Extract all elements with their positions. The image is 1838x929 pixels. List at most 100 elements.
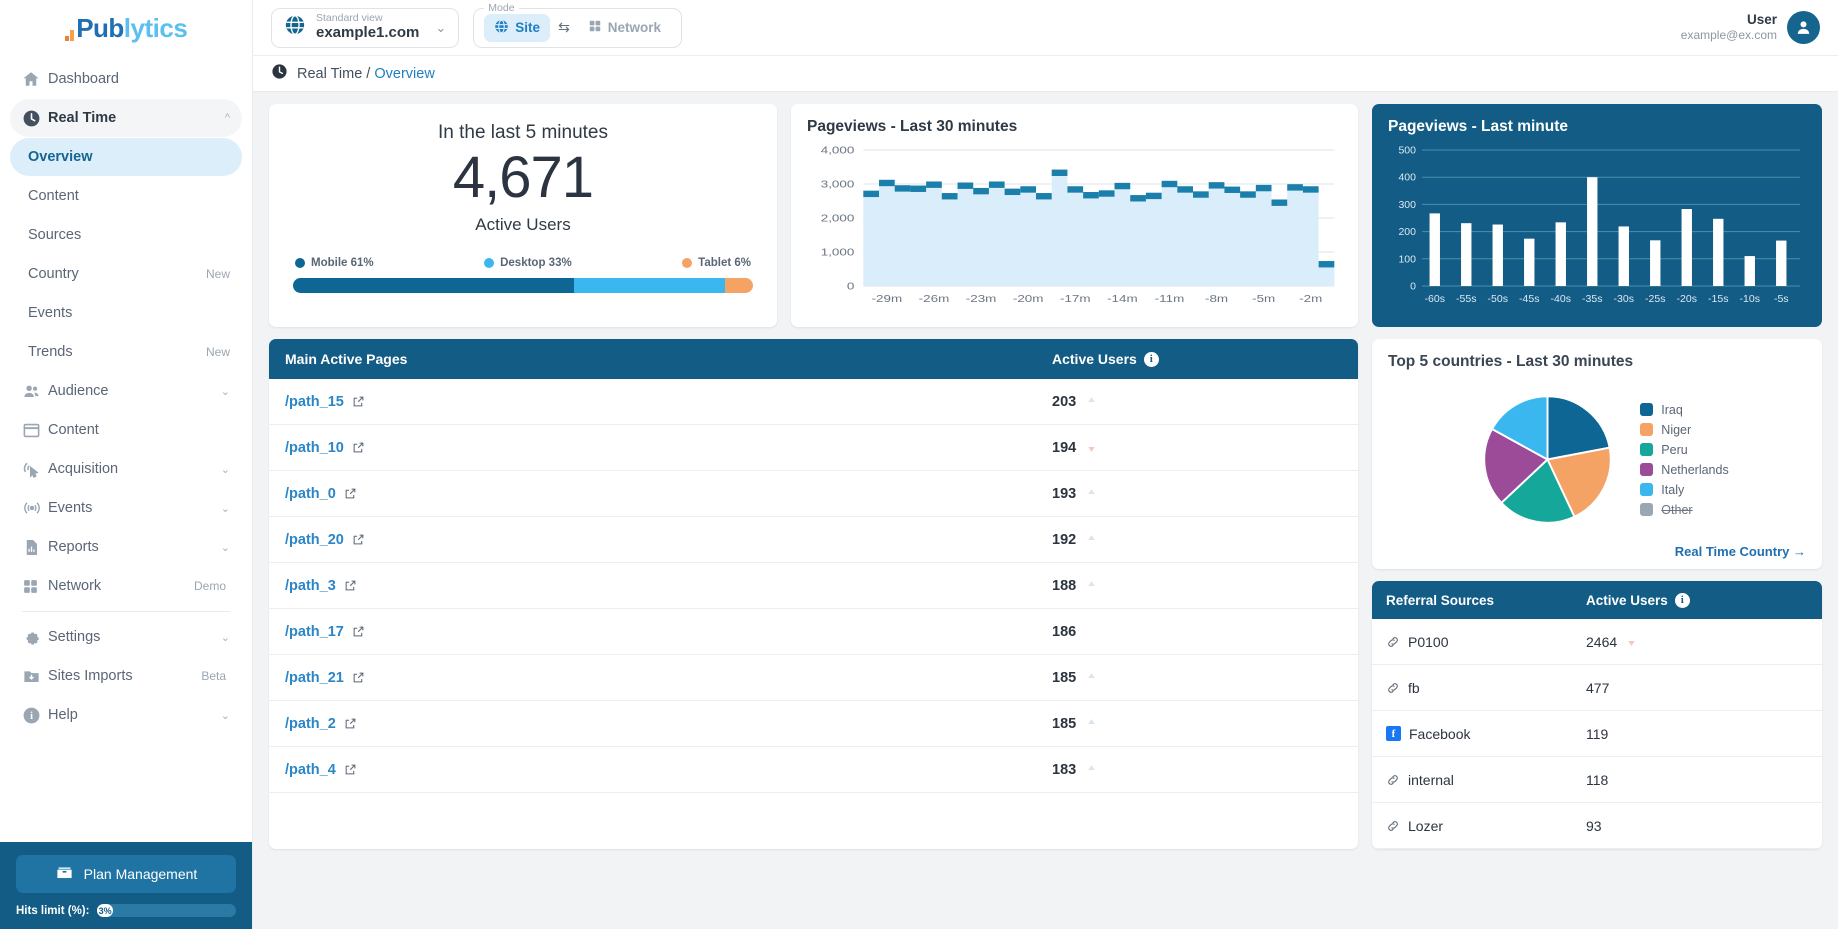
table-row[interactable]: /path_2 185 bbox=[269, 701, 1358, 747]
info-icon[interactable]: i bbox=[1143, 351, 1159, 367]
site-selector[interactable]: Standard view example1.com ⌄ bbox=[271, 7, 460, 48]
active-users-value: 186 bbox=[1052, 623, 1077, 640]
active-users-value: 93 bbox=[1586, 817, 1602, 834]
pie-legend-item[interactable]: Netherlands bbox=[1640, 463, 1729, 477]
sidebar-item-network[interactable]: Network Demo bbox=[10, 567, 242, 605]
external-link-icon[interactable] bbox=[352, 441, 365, 454]
pie-legend-item[interactable]: Italy bbox=[1640, 483, 1728, 497]
hits-limit-fill: 3% bbox=[97, 904, 113, 917]
page-path-link[interactable]: /path_10 bbox=[285, 440, 344, 456]
clock-icon bbox=[22, 109, 48, 128]
table-row[interactable]: fb 477 bbox=[1372, 665, 1822, 711]
page-path-link[interactable]: /path_15 bbox=[285, 394, 344, 410]
sidebar-item-label: Real Time bbox=[48, 110, 117, 126]
grid-icon bbox=[588, 19, 602, 36]
table-row[interactable]: internal 118 bbox=[1372, 757, 1822, 803]
external-link-icon[interactable] bbox=[352, 533, 365, 546]
plan-management-label: Plan Management bbox=[83, 866, 198, 882]
referral-source-name: Lozer bbox=[1408, 817, 1444, 834]
chevron-down-icon[interactable]: ⌄ bbox=[435, 20, 446, 36]
table-row[interactable]: /path_4 183 bbox=[269, 747, 1358, 793]
svg-text:-23m: -23m bbox=[966, 292, 997, 304]
sidebar-item-help[interactable]: i Help ⌄ bbox=[10, 696, 242, 734]
sidebar-item-events[interactable]: Events ⌄ bbox=[10, 489, 242, 527]
app-root: Pub lytics Dashboard Real Time ^ Overview bbox=[0, 0, 1838, 929]
hits-limit-track[interactable]: 3% bbox=[97, 904, 236, 917]
page-path-link[interactable]: /path_0 bbox=[285, 486, 336, 502]
table-row[interactable]: /path_10 194 bbox=[269, 425, 1358, 471]
table-row[interactable]: /path_0 193 bbox=[269, 471, 1358, 517]
pie-legend-item[interactable]: Peru bbox=[1640, 443, 1728, 457]
page-path-link[interactable]: /path_2 bbox=[285, 716, 336, 732]
logo[interactable]: Pub lytics bbox=[0, 0, 252, 56]
sidebar-item-content[interactable]: Content bbox=[10, 411, 242, 449]
sidebar-item-label: Country bbox=[28, 266, 79, 282]
home-icon bbox=[22, 70, 48, 88]
page-path-link[interactable]: /path_20 bbox=[285, 532, 344, 548]
table-row[interactable]: /path_17 186 bbox=[269, 609, 1358, 655]
page-path-link[interactable]: /path_21 bbox=[285, 670, 344, 686]
sidebar-item-country[interactable]: Country New bbox=[10, 255, 242, 293]
sidebar-item-events-rt[interactable]: Events bbox=[10, 294, 242, 332]
user-area[interactable]: User example@ex.com bbox=[1681, 11, 1820, 44]
table-row[interactable]: P0100 2464 bbox=[1372, 619, 1822, 665]
sidebar-item-sources[interactable]: Sources bbox=[10, 216, 242, 254]
sidebar-item-dashboard[interactable]: Dashboard bbox=[10, 60, 242, 98]
device-label-tablet: Tablet 6% bbox=[698, 256, 751, 269]
sidebar-item-label: Audience bbox=[48, 383, 109, 399]
breadcrumb-current[interactable]: Overview bbox=[374, 66, 434, 82]
sidebar-item-sites-imports[interactable]: Sites Imports Beta bbox=[10, 657, 242, 695]
external-link-icon[interactable] bbox=[344, 579, 357, 592]
sidebar-item-audience[interactable]: Audience ⌄ bbox=[10, 372, 242, 410]
device-legend-item[interactable]: Tablet 6% bbox=[682, 257, 751, 269]
page-path-link[interactable]: /path_3 bbox=[285, 578, 336, 594]
svg-text:-20m: -20m bbox=[1013, 292, 1044, 304]
sidebar-item-settings[interactable]: Settings ⌄ bbox=[10, 618, 242, 656]
external-link-icon[interactable] bbox=[352, 625, 365, 638]
sidebar-item-reports[interactable]: Reports ⌄ bbox=[10, 528, 242, 566]
pie-legend-item[interactable]: Niger bbox=[1640, 423, 1728, 437]
referral-source-name: Facebook bbox=[1409, 725, 1471, 742]
external-link-icon[interactable] bbox=[352, 671, 365, 684]
table-row[interactable]: /path_15 203 bbox=[269, 379, 1358, 425]
info-icon[interactable]: i bbox=[1674, 592, 1690, 608]
real-time-country-link[interactable]: Real Time Country → bbox=[1388, 544, 1806, 559]
sidebar-item-trends[interactable]: Trends New bbox=[10, 333, 242, 371]
sidebar-item-acquisition[interactable]: Acquisition ⌄ bbox=[10, 450, 242, 488]
pie-legend-item[interactable]: Iraq bbox=[1640, 403, 1728, 417]
table-row[interactable]: /path_20 192 bbox=[269, 517, 1358, 563]
pageviews-1min-title: Pageviews - Last minute bbox=[1388, 118, 1569, 135]
table-row[interactable]: /path_3 188 bbox=[269, 563, 1358, 609]
sidebar-item-content-rt[interactable]: Content bbox=[10, 177, 242, 215]
external-link-icon[interactable] bbox=[352, 395, 365, 408]
page-path-link[interactable]: /path_17 bbox=[285, 624, 344, 640]
table-row[interactable]: /path_21 185 bbox=[269, 655, 1358, 701]
device-share-segment bbox=[725, 277, 753, 293]
globe-icon bbox=[284, 14, 306, 41]
device-legend-item[interactable]: Mobile 61% bbox=[295, 257, 374, 269]
globe-icon bbox=[494, 19, 509, 37]
page-path-link[interactable]: /path_4 bbox=[285, 762, 336, 778]
mode-site-button[interactable]: Site bbox=[484, 13, 551, 42]
external-link-icon[interactable] bbox=[344, 763, 357, 776]
table-row[interactable]: Lozer 93 bbox=[1372, 803, 1822, 849]
active-users-value: 119 bbox=[1586, 725, 1609, 742]
wallet-icon bbox=[55, 863, 74, 885]
sidebar-item-real-time[interactable]: Real Time ^ bbox=[10, 99, 242, 137]
swap-icon[interactable]: ⇆ bbox=[558, 19, 570, 36]
legend-label: Other bbox=[1661, 502, 1693, 517]
mode-legend: Mode bbox=[484, 1, 519, 14]
svg-text:500: 500 bbox=[1398, 145, 1416, 157]
chevron-down-icon: ⌄ bbox=[220, 709, 230, 722]
sidebar-item-overview[interactable]: Overview bbox=[10, 138, 242, 176]
avatar[interactable] bbox=[1787, 11, 1820, 44]
sidebar: Pub lytics Dashboard Real Time ^ Overview bbox=[0, 0, 253, 929]
mode-network-button[interactable]: Network bbox=[578, 14, 671, 41]
plan-management-button[interactable]: Plan Management bbox=[16, 855, 236, 893]
table-row[interactable]: f Facebook 119 bbox=[1372, 711, 1822, 757]
external-link-icon[interactable] bbox=[344, 487, 357, 500]
device-legend-item[interactable]: Desktop 33% bbox=[484, 257, 572, 269]
breadcrumb-section[interactable]: Real Time / bbox=[297, 66, 374, 82]
pie-legend-item[interactable]: Other bbox=[1640, 503, 1728, 517]
external-link-icon[interactable] bbox=[344, 717, 357, 730]
